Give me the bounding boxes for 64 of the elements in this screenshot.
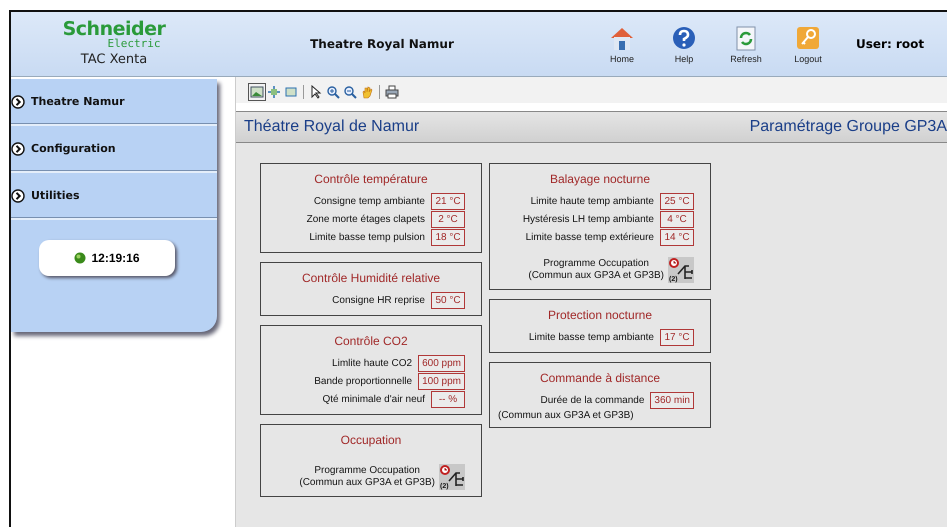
panel-title: Contrôle Humidité relative — [302, 271, 440, 285]
brand-logo-text: Schneider — [62, 21, 166, 38]
hand-icon[interactable] — [360, 85, 374, 99]
nav-button[interactable]: Refresh — [726, 24, 766, 64]
key-icon — [794, 24, 822, 52]
switch-diagram-icon — [448, 471, 464, 487]
value-field[interactable]: 100 ppm — [418, 373, 465, 390]
sidebar-item[interactable]: Configuration — [11, 126, 217, 173]
parameter-label: Limite basse temp ambiante — [528, 332, 654, 343]
nav-button[interactable]: Home — [602, 24, 642, 64]
zoom-in-icon[interactable] — [326, 85, 340, 99]
nav-button[interactable]: Logout — [788, 24, 828, 64]
parameter-label: Zone morte étages clapets — [306, 214, 425, 225]
panel-title: Contrôle température — [314, 172, 428, 186]
schedule-label: Programme Occupation (Commun aux GP3A et GP3B) — [299, 465, 435, 489]
pointer-icon[interactable] — [309, 85, 323, 99]
value-field[interactable]: 14 °C — [660, 229, 694, 246]
value-field[interactable]: 17 °C — [660, 329, 694, 346]
user-label: User: root — [856, 37, 924, 51]
panel-title: Balayage nocturne — [550, 172, 650, 186]
value-field[interactable]: 21 °C — [431, 193, 465, 210]
value-field[interactable]: 18 °C — [431, 229, 465, 246]
value-field[interactable]: 50 °C — [431, 292, 465, 309]
value-field[interactable]: 600 ppm — [418, 355, 465, 372]
panel-title: Commande à distance — [540, 371, 660, 385]
print-icon[interactable] — [385, 85, 399, 99]
switch-diagram-icon — [677, 264, 693, 280]
brand-subtitle: Electric — [108, 38, 160, 49]
note-text: (Commun aux GP3A et GP3B) — [498, 410, 634, 421]
panel-title: Protection nocturne — [548, 308, 652, 322]
sidebar-item[interactable]: Utilities — [11, 173, 217, 220]
clock-icon — [440, 465, 450, 475]
parameter-label: Limite basse temp pulsion — [309, 232, 425, 243]
parameter-label: Bande proportionnelle — [314, 376, 412, 387]
clock-time: 12:19:16 — [91, 251, 140, 265]
parameter-label: Hystéresis LH temp ambiante — [522, 214, 654, 225]
parameter-label: Consigne HR reprise — [332, 295, 425, 306]
page-title: Théatre Royal de Namur — [244, 118, 420, 136]
parameter-label: Limite basse temp extérieure — [526, 232, 654, 243]
sidebar-item[interactable]: Theatre Namur — [11, 79, 217, 126]
value-field[interactable]: 4 °C — [660, 211, 694, 228]
panel-title: Occupation — [340, 433, 402, 447]
page-subtitle: Paramétrage Groupe GP3A — [750, 118, 947, 136]
parameter-label: Limlite haute CO2 — [332, 358, 412, 369]
panel-title: Contrôle CO2 — [334, 334, 408, 348]
value-field[interactable]: 2 °C — [431, 211, 465, 228]
fit-icon[interactable] — [284, 85, 298, 99]
help-icon — [670, 24, 698, 52]
parameter-label: Consigne temp ambiante — [314, 196, 425, 207]
product-name: TAC Xenta — [80, 52, 148, 67]
zoom-out-icon[interactable] — [343, 85, 357, 99]
parameter-label: Limite haute temp ambiante — [530, 196, 654, 207]
value-field[interactable]: 25 °C — [660, 193, 694, 210]
parameter-label: Durée de la commande — [540, 395, 644, 406]
picture-icon[interactable] — [250, 85, 264, 99]
site-title: Theatre Royal Namur — [309, 37, 455, 51]
pan-arrows-icon[interactable] — [267, 85, 281, 99]
clock-icon — [669, 258, 679, 268]
nav-button[interactable]: Help — [664, 24, 704, 64]
value-field[interactable]: -- % — [431, 391, 465, 408]
status-light-icon — [74, 252, 86, 264]
value-field[interactable]: 360 min — [650, 392, 694, 409]
parameter-label: Qté minimale d'air neuf — [322, 394, 425, 405]
schedule-label: Programme Occupation (Commun aux GP3A et GP3B) — [528, 258, 664, 282]
